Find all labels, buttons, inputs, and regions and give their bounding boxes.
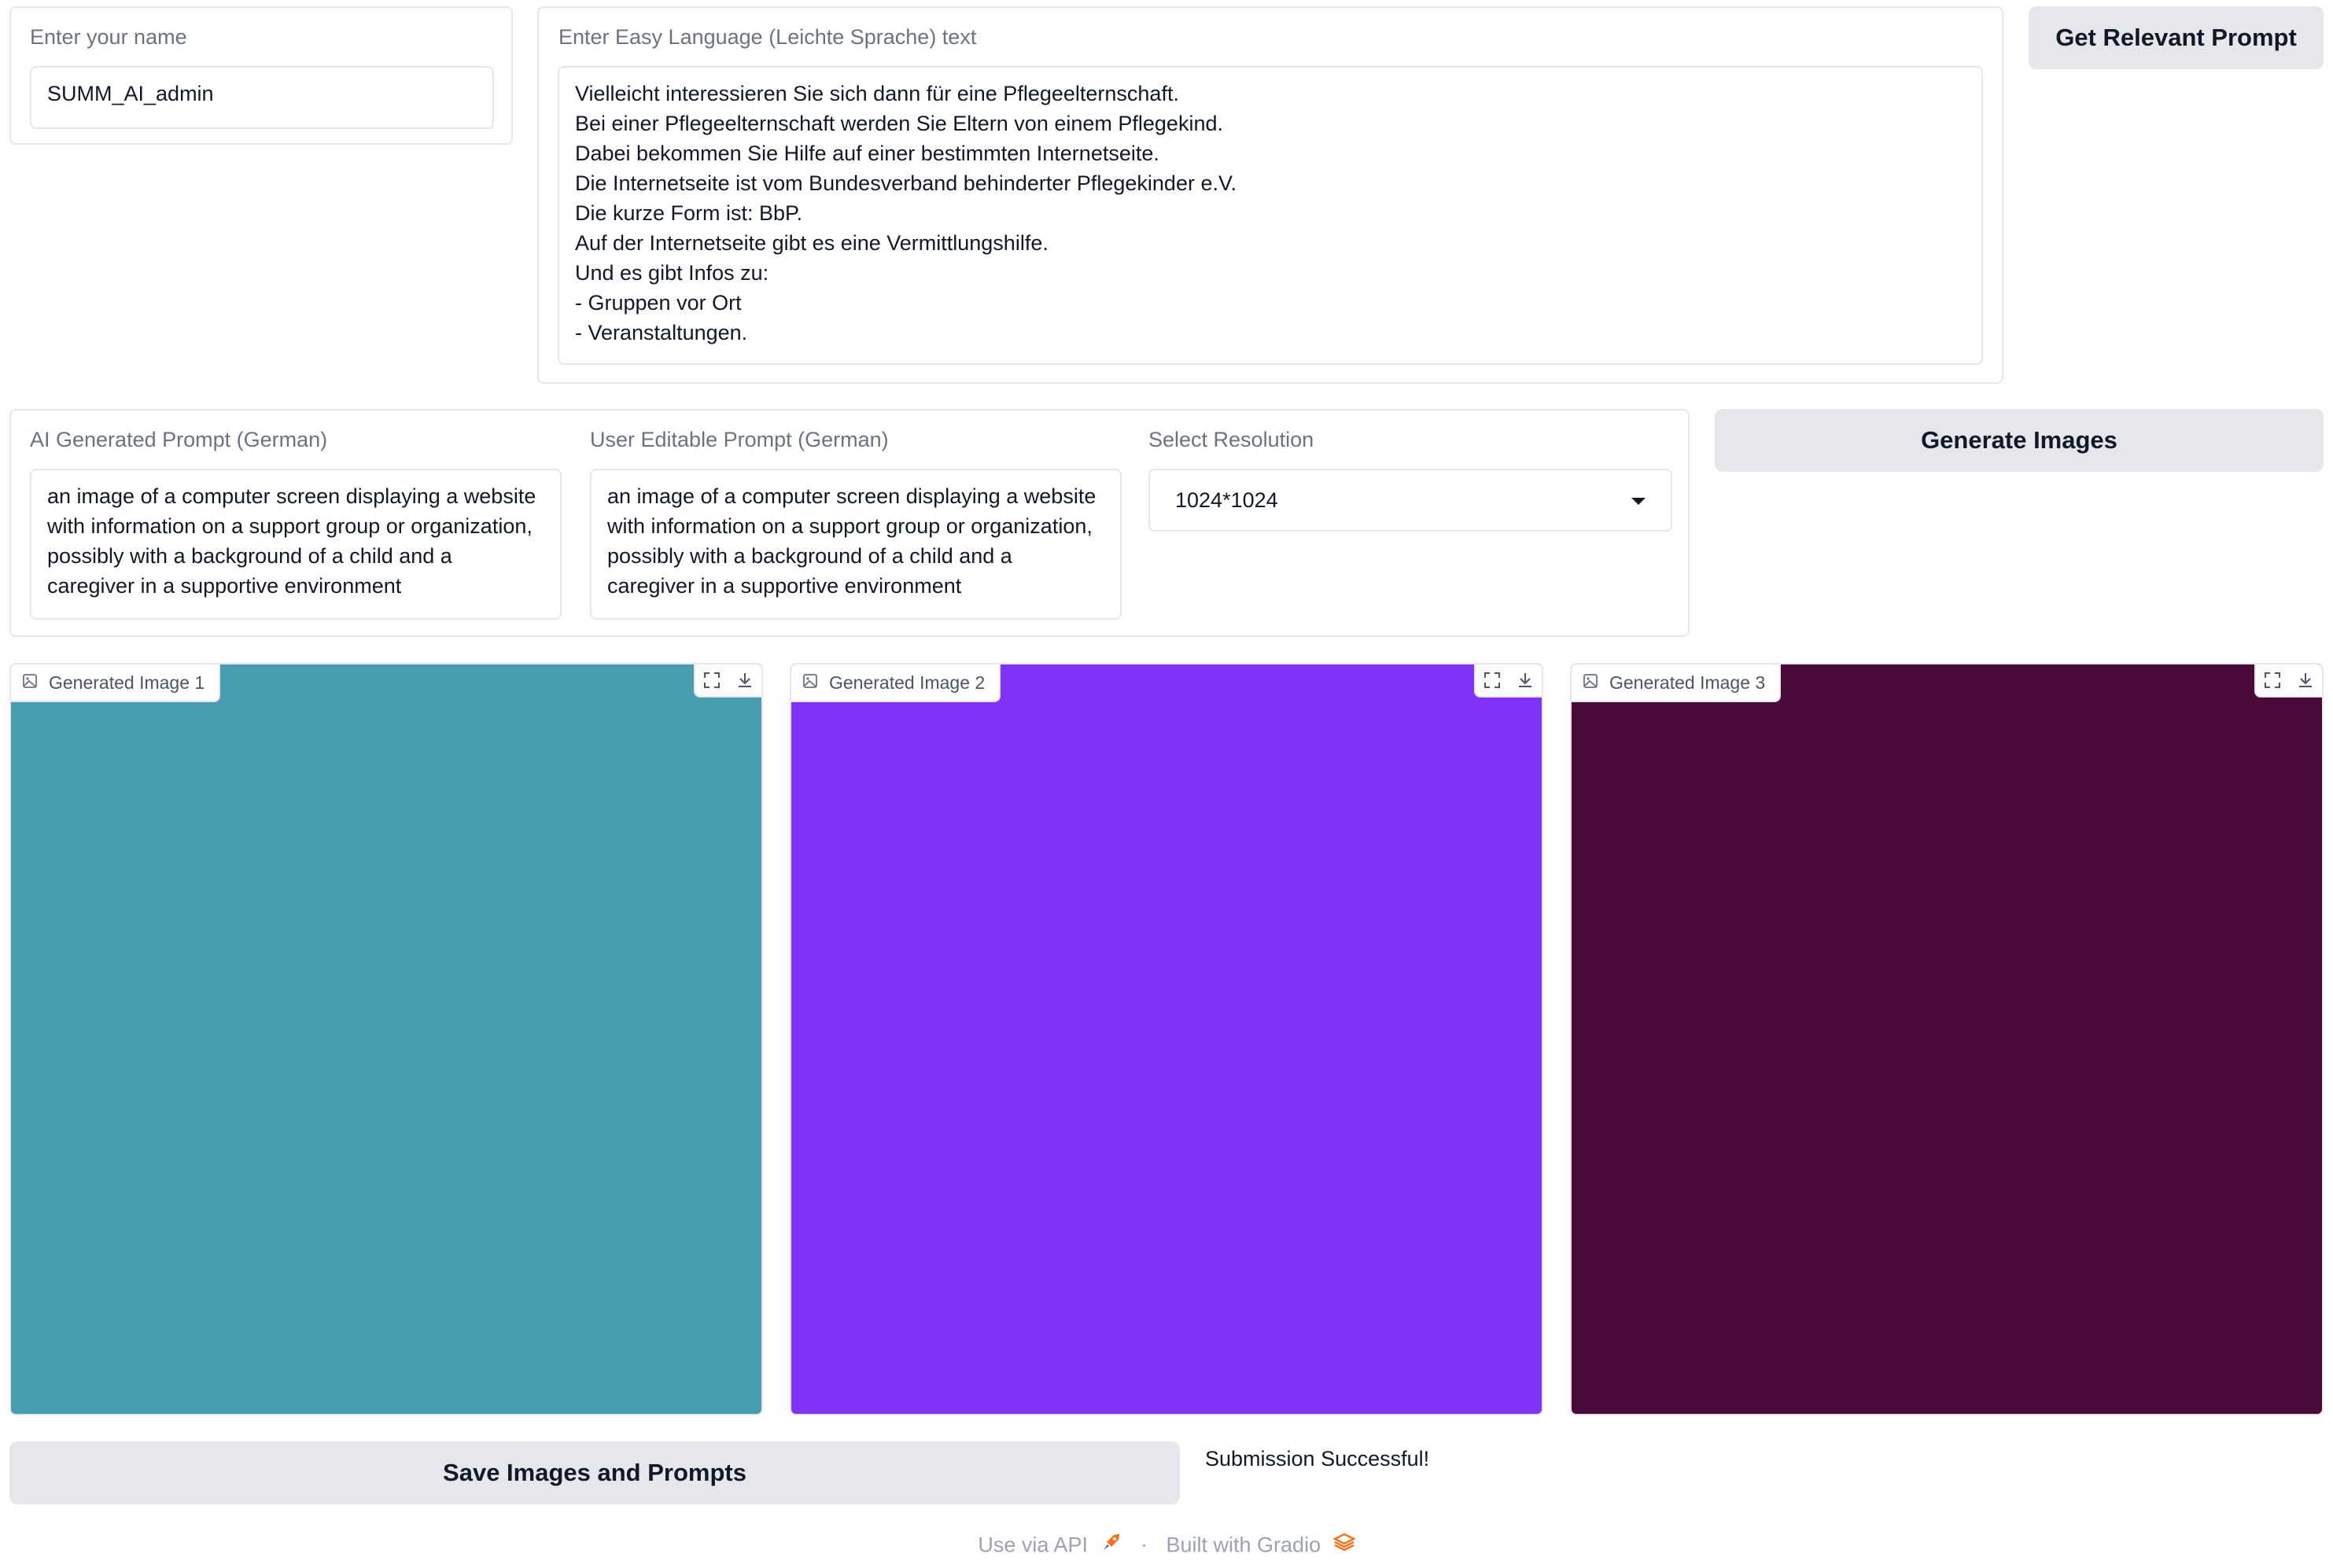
user-prompt-label: User Editable Prompt (German): [590, 428, 889, 451]
chevron-down-icon: [1630, 485, 1647, 515]
resolution-selected-value: 1024*1024: [1175, 488, 1278, 512]
gradio-logo-icon: [1332, 1533, 1356, 1556]
user-prompt-textarea[interactable]: an image of a computer screen displaying…: [590, 469, 1122, 620]
image-toolbar: [694, 664, 761, 698]
download-icon[interactable]: [728, 664, 761, 697]
resolution-label: Select Resolution: [1148, 428, 1314, 451]
generated-image-3: Generated Image 3: [1570, 663, 2324, 1415]
image-icon: [1583, 672, 1598, 694]
easy-language-textarea[interactable]: Vielleicht interessieren Sie sich dann f…: [558, 66, 1983, 365]
name-panel: Enter your name SUMM_AI_admin: [9, 6, 513, 145]
generate-images-button[interactable]: Generate Images: [1715, 409, 2324, 472]
status-message: Submission Successful!: [1205, 1447, 1430, 1470]
image-icon: [22, 672, 38, 694]
name-input[interactable]: SUMM_AI_admin: [30, 66, 494, 129]
fullscreen-icon[interactable]: [695, 664, 728, 697]
fullscreen-icon[interactable]: [1476, 664, 1509, 697]
image-label-2: Generated Image 2: [791, 664, 1001, 702]
generated-image-2: Generated Image 2: [790, 663, 1543, 1415]
image-label-text: Generated Image 3: [1609, 672, 1766, 693]
rocket-icon: [1101, 1533, 1128, 1557]
get-relevant-prompt-button[interactable]: Get Relevant Prompt: [2029, 6, 2324, 69]
footer: Use via API · Built with Gradio: [0, 1532, 2333, 1558]
download-icon[interactable]: [2289, 664, 2322, 697]
save-images-and-prompts-button[interactable]: Save Images and Prompts: [9, 1441, 1180, 1504]
image-label-3: Generated Image 3: [1572, 664, 1782, 702]
easy-language-label: Enter Easy Language (Leichte Sprache) te…: [558, 25, 977, 49]
prompt-panel: AI Generated Prompt (German) an image of…: [9, 409, 1690, 637]
built-with-gradio-link[interactable]: Built with Gradio: [1166, 1533, 1321, 1556]
use-via-api-link[interactable]: Use via API: [978, 1533, 1088, 1556]
ai-prompt-label: AI Generated Prompt (German): [30, 428, 328, 451]
footer-separator: ·: [1140, 1533, 1148, 1557]
ai-prompt-textarea[interactable]: an image of a computer screen displaying…: [30, 469, 562, 620]
easy-language-panel: Enter Easy Language (Leichte Sprache) te…: [537, 6, 2003, 384]
image-icon: [802, 672, 818, 694]
image-toolbar: [1474, 664, 1542, 698]
resolution-dropdown[interactable]: 1024*1024: [1148, 469, 1672, 532]
image-label-text: Generated Image 1: [49, 672, 205, 693]
name-label: Enter your name: [30, 25, 187, 49]
image-label-text: Generated Image 2: [829, 672, 986, 693]
generated-image-1: Generated Image 1: [9, 663, 763, 1415]
fullscreen-icon[interactable]: [2256, 664, 2289, 697]
image-toolbar: [2254, 664, 2322, 698]
image-label-1: Generated Image 1: [11, 664, 221, 702]
download-icon[interactable]: [1509, 664, 1542, 697]
